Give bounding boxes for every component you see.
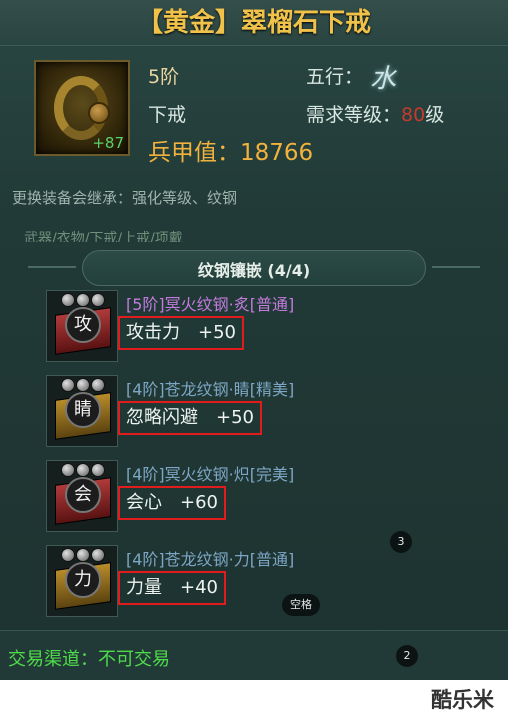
gem-name: [4阶]冥火纹钢·炽[完美] (126, 465, 295, 484)
inherit-note: 更换装备会继承：强化等级、纹钢 (12, 189, 238, 207)
gem-socket-icon[interactable]: 攻 (46, 290, 118, 362)
partial-tab-strip: 武器/衣物/下戒/上戒/项戴 (24, 231, 183, 242)
item-title: 【黄金】翠榴石下戒 (0, 0, 508, 46)
gem-stat: 会心 +60 (118, 486, 226, 520)
gem-name: [4阶]苍龙纹钢·力[普通] (126, 550, 295, 569)
item-tooltip-panel: 【黄金】翠榴石下戒 +87 5阶 下戒 五行： 水 需求等级：80级 兵甲值：1… (0, 0, 508, 718)
gem-name: [4阶]苍龙纹钢·睛[精美] (126, 380, 295, 399)
gem-glyph: 攻 (65, 307, 101, 343)
key-hint-badge: 2 (396, 645, 418, 667)
item-slot: 下戒 (148, 104, 187, 126)
power-value: 18766 (240, 140, 314, 166)
ring-gem-icon (88, 102, 110, 124)
gem-name: [5阶]冥火纹钢·炙[普通] (126, 295, 295, 314)
gem-glyph: 力 (65, 562, 101, 598)
required-level-label: 需求等级： (306, 104, 402, 126)
element-label: 五行： (306, 66, 364, 88)
ring-item-icon[interactable]: +87 (34, 60, 130, 156)
gem-stat: 力量 +40 (118, 571, 226, 605)
gem-socket-icon[interactable]: 力 (46, 545, 118, 617)
gem-stat: 忽略闪避 +50 (118, 401, 262, 435)
required-level: 需求等级：80级 (306, 100, 444, 127)
space-key-hint: 空格 (282, 594, 320, 616)
required-level-suffix: 级 (425, 104, 445, 126)
key-hint-badge: 3 (390, 531, 412, 553)
trade-channel: 交易渠道：不可交易 (8, 649, 170, 670)
gem-row[interactable]: 会 [4阶]冥火纹钢·炽[完美] 会心 +60 (46, 460, 486, 534)
gem-glyph: 会 (65, 477, 101, 513)
gem-stat: 攻击力 +50 (118, 316, 244, 350)
required-level-value: 80 (401, 104, 426, 126)
item-tier: 5阶 (148, 66, 180, 88)
gem-row[interactable]: 睛 [4阶]苍龙纹钢·睛[精美] 忽略闪避 +50 (46, 375, 486, 449)
power-label: 兵甲值： (148, 140, 240, 166)
power-stat: 兵甲值：18766 (148, 133, 313, 167)
gem-socket-icon[interactable]: 睛 (46, 375, 118, 447)
gem-glyph: 睛 (65, 392, 101, 428)
water-glyph-icon: 水 (370, 64, 397, 94)
gem-socket-icon[interactable]: 会 (46, 460, 118, 532)
inlay-section-title: 纹钢镶嵌 (4/4) (197, 261, 311, 280)
gem-row[interactable]: 力 [4阶]苍龙纹钢·力[普通] 力量 +40 (46, 545, 486, 619)
site-watermark: 酷乐米 (431, 688, 494, 712)
enhance-level: +87 (92, 134, 124, 152)
gem-row[interactable]: 攻 [5阶]冥火纹钢·炙[普通] 攻击力 +50 (46, 290, 486, 364)
